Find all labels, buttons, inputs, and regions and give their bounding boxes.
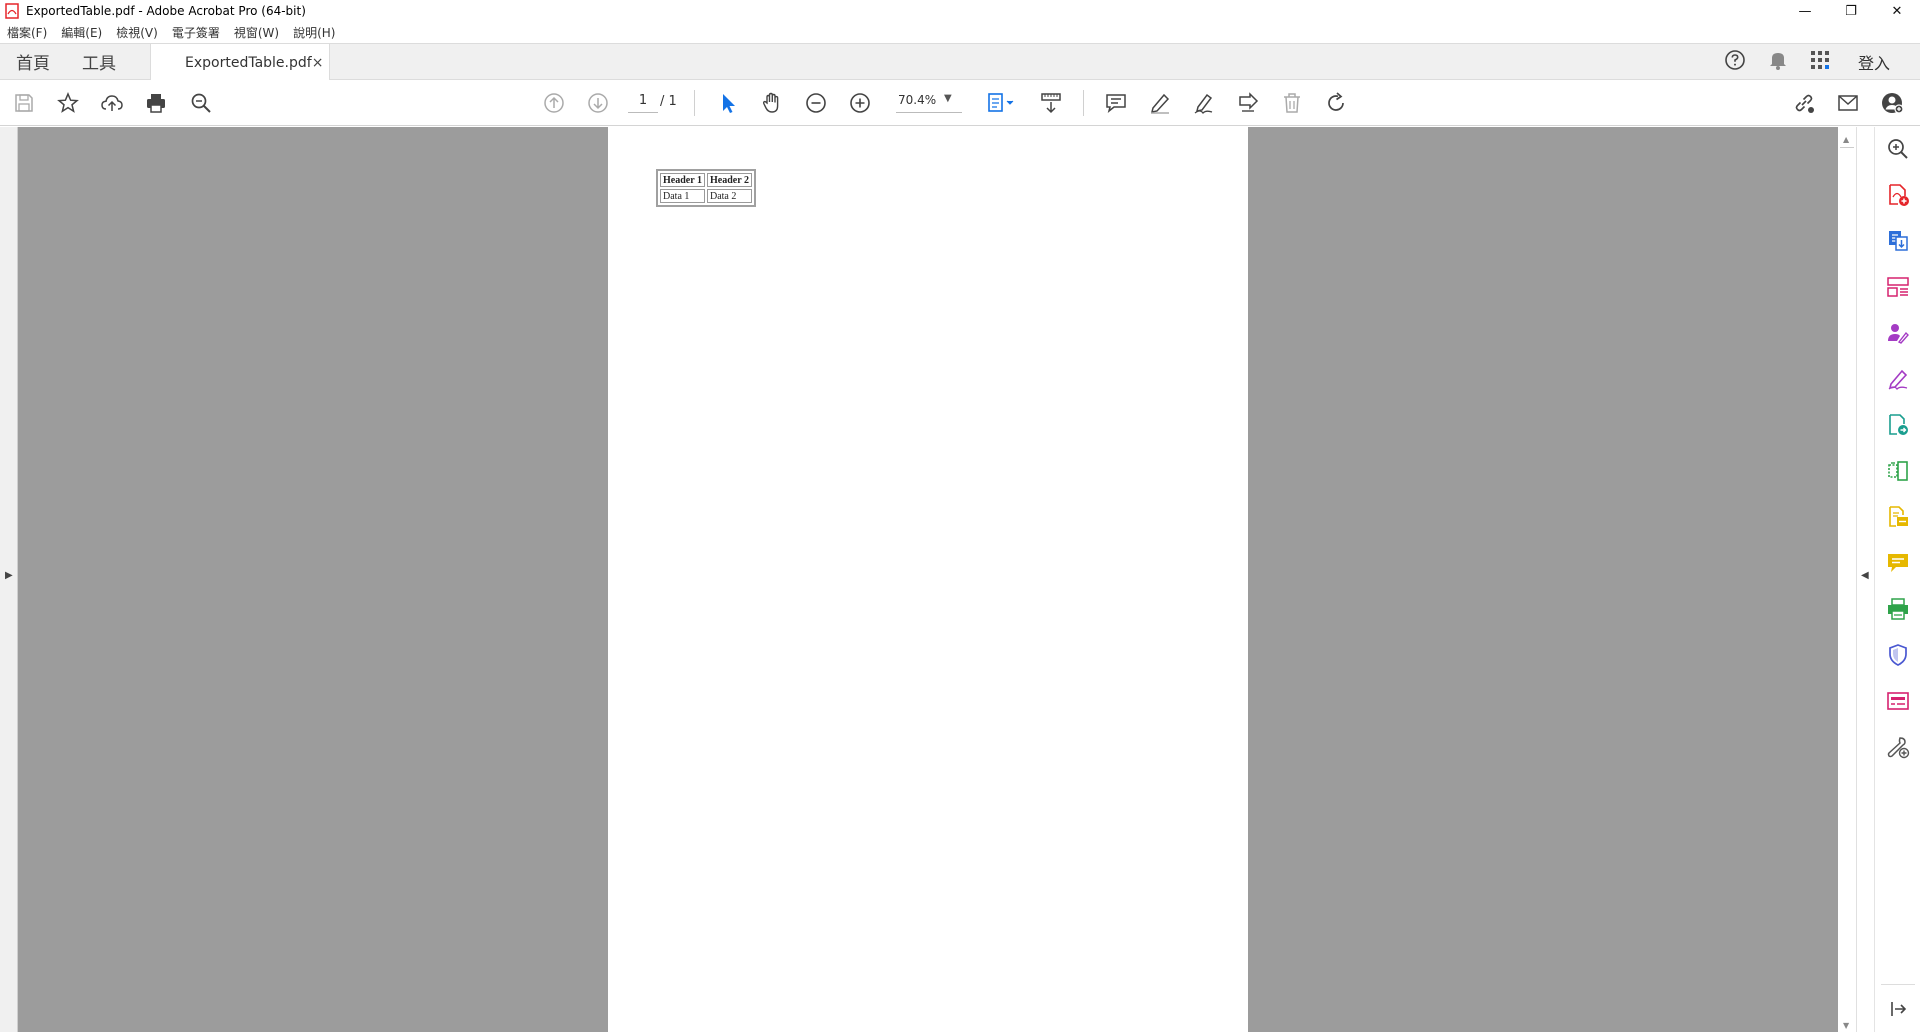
- cloud-upload-icon[interactable]: [100, 91, 124, 115]
- compare-files-icon[interactable]: [1886, 459, 1910, 483]
- share-link-icon[interactable]: [1792, 91, 1816, 115]
- tab-document[interactable]: ExportedTable.pdf ×: [150, 44, 330, 81]
- table-cell: Data 1: [660, 189, 705, 203]
- help-icon[interactable]: [1724, 49, 1746, 75]
- tab-home[interactable]: 首頁: [0, 44, 66, 79]
- menu-esign[interactable]: 電子簽署: [165, 24, 227, 41]
- zoom-out-icon[interactable]: [804, 91, 828, 115]
- window-title: ExportedTable.pdf - Adobe Acrobat Pro (6…: [26, 4, 306, 18]
- close-window-button[interactable]: ✕: [1874, 0, 1920, 22]
- table-row: Data 1 Data 2: [660, 189, 752, 203]
- table-header-cell: Header 1: [660, 173, 705, 187]
- vertical-scrollbar[interactable]: ▲ ▼: [1838, 127, 1856, 1032]
- menu-window[interactable]: 視窗(W): [227, 24, 286, 41]
- star-bookmark-icon[interactable]: [56, 91, 80, 115]
- minimize-button[interactable]: —: [1782, 0, 1828, 22]
- sign-in-button[interactable]: 登入: [1858, 50, 1890, 74]
- more-tools-icon[interactable]: [1886, 735, 1910, 759]
- delete-icon[interactable]: [1280, 91, 1304, 115]
- account-share-icon[interactable]: [1880, 91, 1904, 115]
- menu-help[interactable]: 說明(H): [286, 24, 342, 41]
- rotate-icon[interactable]: [1324, 91, 1348, 115]
- print-icon[interactable]: [144, 91, 168, 115]
- scan-ocr-icon[interactable]: [1886, 505, 1910, 529]
- left-panel-toggle[interactable]: ▶: [0, 127, 18, 1032]
- page-total: / 1: [660, 94, 677, 109]
- notification-bell-icon[interactable]: [1768, 49, 1788, 75]
- fill-sign-tool-icon[interactable]: [1236, 91, 1260, 115]
- page-number-input[interactable]: 1: [628, 93, 658, 113]
- rail-divider: [1881, 984, 1915, 985]
- pdf-page[interactable]: Header 1 Header 2 Data 1 Data 2: [608, 127, 1248, 1032]
- hand-tool-icon[interactable]: [760, 91, 784, 115]
- organize-pages-icon[interactable]: [1886, 275, 1910, 299]
- right-panel-toggle[interactable]: ◀: [1856, 127, 1874, 1032]
- table-cell: Data 2: [706, 189, 752, 203]
- scroll-up-icon[interactable]: ▲: [1843, 135, 1849, 144]
- add-comment-icon[interactable]: [1104, 91, 1128, 115]
- table-header-cell: Header 2: [706, 173, 752, 187]
- expand-right-panel-icon[interactable]: ◀: [1861, 570, 1869, 581]
- search-zoom-icon[interactable]: [1886, 137, 1910, 161]
- save-icon[interactable]: [12, 91, 36, 115]
- restore-button[interactable]: ❐: [1828, 0, 1874, 22]
- email-icon[interactable]: [1836, 91, 1860, 115]
- menu-file[interactable]: 檔案(F): [0, 24, 54, 41]
- previous-page-icon[interactable]: [542, 91, 566, 115]
- export-pdf-icon[interactable]: [1886, 229, 1910, 253]
- apps-grid-icon[interactable]: [1810, 50, 1830, 74]
- comment-icon[interactable]: [1886, 551, 1910, 575]
- expand-left-panel-icon[interactable]: ▶: [5, 570, 13, 581]
- tab-bar-actions: 登入: [1724, 44, 1920, 79]
- menu-edit[interactable]: 編輯(E): [54, 24, 109, 41]
- toolbar-separator: [1083, 90, 1084, 116]
- acrobat-app-icon: [4, 3, 20, 19]
- select-cursor-icon[interactable]: [716, 91, 740, 115]
- protect-icon[interactable]: [1886, 643, 1910, 667]
- fill-sign-icon[interactable]: [1886, 367, 1910, 391]
- find-text-icon[interactable]: [189, 91, 213, 115]
- scroll-down-icon[interactable]: ▼: [1843, 1021, 1849, 1030]
- create-pdf-icon[interactable]: [1886, 183, 1910, 207]
- window-controls: — ❐ ✕: [1782, 0, 1920, 22]
- tab-bar: 首頁 工具 ExportedTable.pdf × 登入: [0, 43, 1920, 81]
- tools-rail: [1874, 127, 1920, 1032]
- zoom-dropdown-icon[interactable]: ▼: [944, 93, 952, 104]
- close-tab-icon[interactable]: ×: [312, 55, 324, 71]
- print-production-icon[interactable]: [1886, 597, 1910, 621]
- zoom-in-icon[interactable]: [848, 91, 872, 115]
- zoom-level-input[interactable]: 70.4%: [896, 93, 962, 113]
- tab-tools[interactable]: 工具: [66, 44, 132, 79]
- document-tab-label: ExportedTable.pdf: [185, 54, 312, 71]
- pdf-table: Header 1 Header 2 Data 1 Data 2: [656, 169, 756, 207]
- page-fit-icon[interactable]: [986, 91, 1016, 115]
- menu-bar: 檔案(F) 編輯(E) 檢視(V) 電子簽署 視窗(W) 說明(H): [0, 22, 1920, 43]
- draw-signature-icon[interactable]: [1192, 91, 1216, 115]
- menu-view[interactable]: 檢視(V): [109, 24, 165, 41]
- request-signature-icon[interactable]: [1886, 321, 1910, 345]
- toolbar-separator: [694, 90, 695, 116]
- edit-pdf-icon[interactable]: [1886, 413, 1910, 437]
- scroll-mode-icon[interactable]: [1039, 91, 1063, 115]
- main-toolbar: 1 / 1 70.4% ▼: [0, 80, 1920, 126]
- scroll-thumb[interactable]: [1840, 147, 1854, 148]
- highlight-pen-icon[interactable]: [1148, 91, 1172, 115]
- next-page-icon[interactable]: [586, 91, 610, 115]
- table-row: Header 1 Header 2: [660, 173, 752, 187]
- redact-icon[interactable]: [1886, 689, 1910, 713]
- title-bar: ExportedTable.pdf - Adobe Acrobat Pro (6…: [0, 0, 1920, 22]
- collapse-panel-icon[interactable]: [1886, 997, 1910, 1021]
